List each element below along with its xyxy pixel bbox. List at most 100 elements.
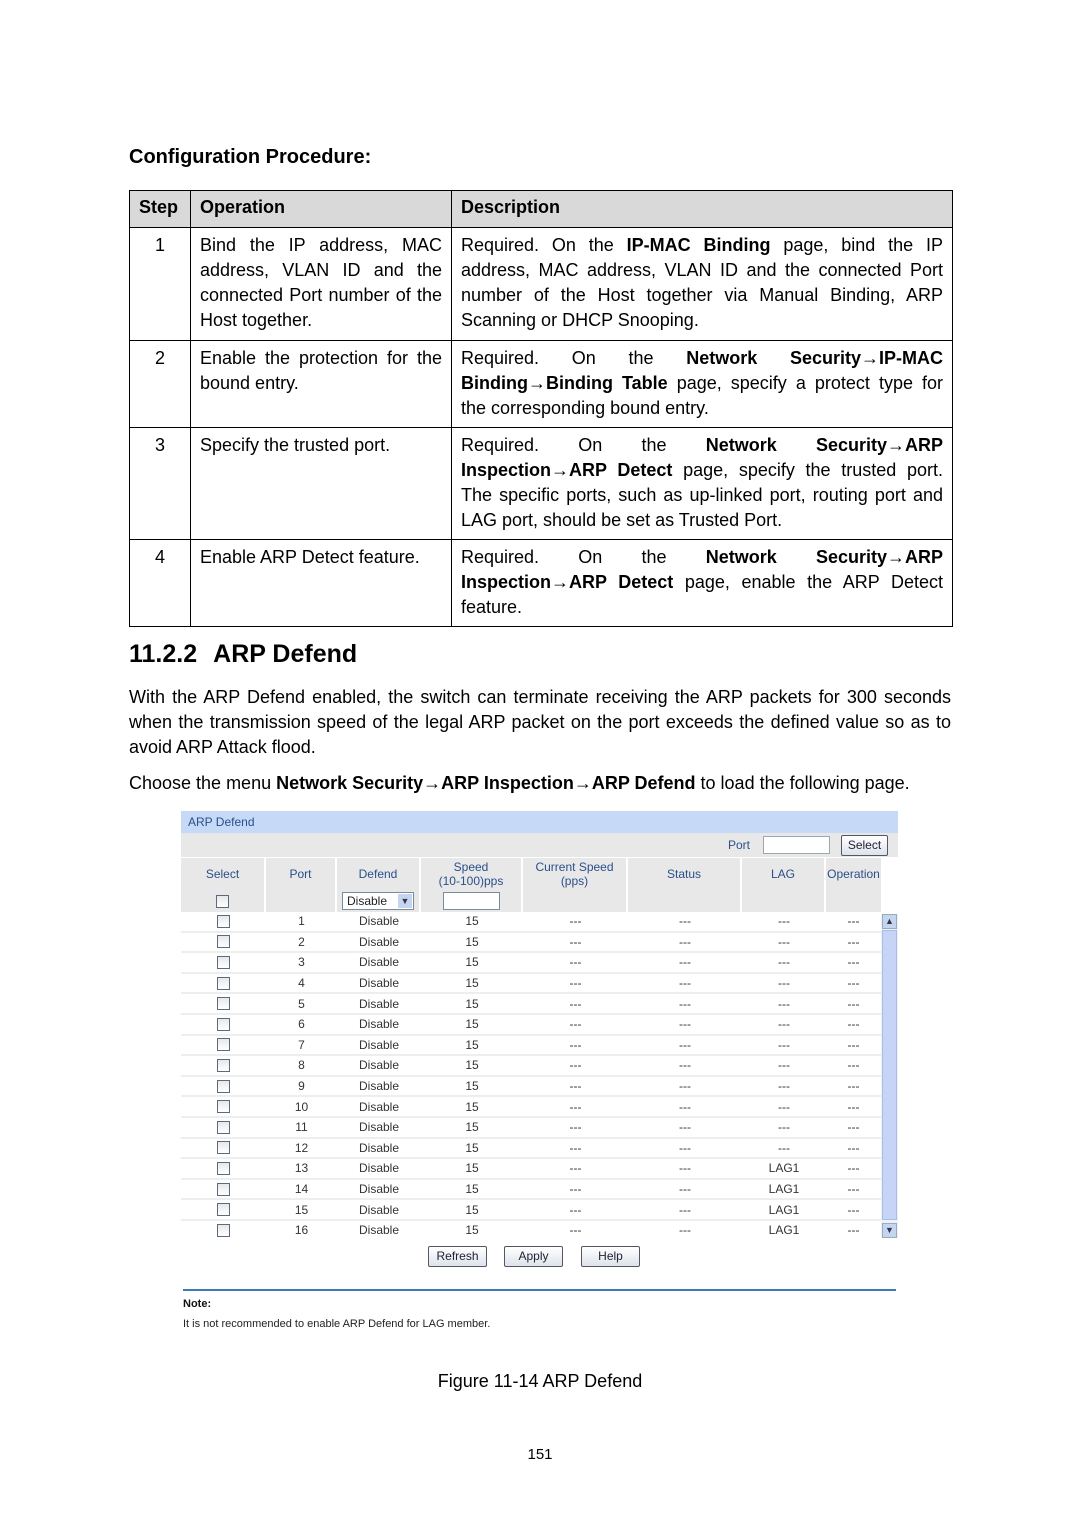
cell-current: --- [569, 914, 582, 929]
step-number: 3 [129, 427, 191, 540]
cell-defend: Disable [358, 1182, 400, 1197]
row-checkbox[interactable] [217, 914, 230, 928]
column-headers: Select Port Defend Speed (10-100)pps Current… [181, 858, 881, 890]
description-text: Required. On the Network Security→ARP In… [451, 539, 953, 627]
cell-lag: --- [778, 976, 790, 991]
cell-current: --- [569, 1120, 582, 1135]
port-select-bar: Port Select [181, 833, 898, 858]
cell-defend: Disable [358, 1223, 400, 1238]
cell-op: --- [847, 914, 860, 929]
select-all-checkbox[interactable] [216, 894, 229, 908]
cell-op: --- [847, 1058, 860, 1073]
cell-defend: Disable [358, 1079, 400, 1094]
help-button[interactable]: Help [581, 1246, 640, 1267]
row-checkbox[interactable] [217, 1038, 230, 1052]
cell-speed: 15 [465, 934, 479, 949]
cell-port: 11 [295, 1120, 308, 1135]
apply-button[interactable]: Apply [504, 1246, 563, 1267]
cell-defend: Disable [358, 1017, 400, 1032]
row-checkbox[interactable] [217, 1120, 230, 1134]
description-text: Required. On the IP-MAC Binding page, bi… [451, 227, 953, 341]
cell-speed: 15 [465, 1017, 479, 1032]
text-segment: to load the following page. [695, 773, 910, 793]
cell-op: --- [847, 1182, 860, 1197]
column-header: LAG [742, 858, 826, 890]
column-header: Status [628, 858, 742, 890]
cell-op: --- [847, 1223, 860, 1238]
cell-speed: 15 [465, 1161, 479, 1176]
cell-status: --- [679, 934, 691, 949]
cell-port: 3 [298, 955, 305, 970]
cell-op: --- [847, 1202, 860, 1217]
cell-port: 9 [298, 1079, 305, 1094]
cell-defend: Disable [358, 1120, 400, 1135]
column-header: Current Speed (pps) [523, 858, 628, 890]
cell-status: --- [679, 1140, 691, 1155]
row-checkbox[interactable] [217, 1079, 230, 1093]
table-row: 8 Disable 15 --- --- --- --- [181, 1056, 881, 1077]
cell-op: --- [847, 1017, 860, 1032]
row-checkbox[interactable] [217, 1141, 230, 1155]
column-header: Operation [826, 858, 881, 890]
column-header: Port [266, 858, 337, 890]
text-segment: Required. On the [461, 435, 706, 455]
operation-text: Specify the trusted port. [190, 427, 452, 540]
cell-speed: 15 [465, 1079, 479, 1094]
port-input[interactable] [763, 836, 830, 854]
row-checkbox[interactable] [217, 1161, 230, 1175]
cell-defend: Disable [358, 996, 400, 1011]
cell-lag: --- [778, 1079, 790, 1094]
cell-port: 8 [298, 1058, 305, 1073]
row-checkbox[interactable] [217, 935, 230, 949]
table-row: 13 Disable 15 --- --- LAG1 --- [181, 1159, 881, 1180]
cell-current: --- [569, 1161, 582, 1176]
row-checkbox[interactable] [217, 1182, 230, 1196]
menu-paragraph: Choose the menu Network Security→ARP Ins… [129, 771, 951, 796]
scrollbar[interactable]: ▲ ▼ [881, 914, 898, 1238]
row-checkbox[interactable] [217, 1058, 230, 1072]
cell-defend: Disable [358, 955, 400, 970]
bold-text: Network Security→ARP Inspection→ARP Defe… [276, 773, 696, 793]
cell-status: --- [679, 1182, 691, 1197]
row-checkbox[interactable] [217, 997, 230, 1011]
description-text: Required. On the Network Security→ARP In… [451, 427, 953, 540]
procedure-row: 3 Specify the trusted port. Required. On… [129, 427, 953, 540]
row-checkbox[interactable] [217, 1203, 230, 1217]
table-row: 10 Disable 15 --- --- --- --- [181, 1097, 881, 1118]
defend-dropdown[interactable]: Disable ▼ [342, 892, 414, 910]
row-checkbox[interactable] [217, 976, 230, 990]
row-checkbox[interactable] [217, 1100, 230, 1114]
cell-speed: 15 [465, 914, 479, 929]
cell-port: 1 [298, 914, 305, 929]
speed-input[interactable] [442, 892, 500, 910]
cell-speed: 15 [465, 1140, 479, 1155]
cell-current: --- [569, 1223, 582, 1238]
column-header-label: Defend [358, 867, 398, 881]
cell-port: 14 [294, 1182, 309, 1197]
column-header-label: Current Speed (pps) [535, 860, 614, 888]
scroll-thumb[interactable] [882, 930, 897, 1220]
cell-status: --- [679, 955, 691, 970]
select-button[interactable]: Select [841, 835, 888, 856]
filter-row: Disable ▼ [181, 890, 881, 912]
row-checkbox[interactable] [217, 1017, 230, 1031]
refresh-button[interactable]: Refresh [428, 1246, 487, 1267]
scroll-down-icon[interactable]: ▼ [882, 1223, 897, 1238]
procedure-row: 4 Enable ARP Detect feature. Required. O… [129, 539, 953, 627]
cell-lag: --- [778, 1120, 790, 1135]
arp-defend-screenshot: ARP Defend Port Select Select Port Defend S… [181, 811, 898, 1238]
cell-lag: --- [778, 1017, 790, 1032]
column-header-label: Status [666, 867, 702, 881]
figure-caption: Figure 11-14 ARP Defend [437, 1371, 643, 1391]
section-number: 11.2.2 [129, 640, 198, 668]
cell-defend: Disable [358, 1099, 400, 1114]
text-segment: Choose the menu [129, 773, 277, 793]
cell-current: --- [569, 955, 582, 970]
scroll-up-icon[interactable]: ▲ [882, 914, 897, 929]
panel-title: ARP Defend [181, 811, 898, 833]
cell-current: --- [569, 1140, 582, 1155]
row-checkbox[interactable] [217, 1223, 230, 1237]
row-checkbox[interactable] [217, 955, 230, 969]
note-text: It is not recommended to enable ARP Defe… [183, 1318, 491, 1330]
cell-defend: Disable [358, 914, 400, 929]
